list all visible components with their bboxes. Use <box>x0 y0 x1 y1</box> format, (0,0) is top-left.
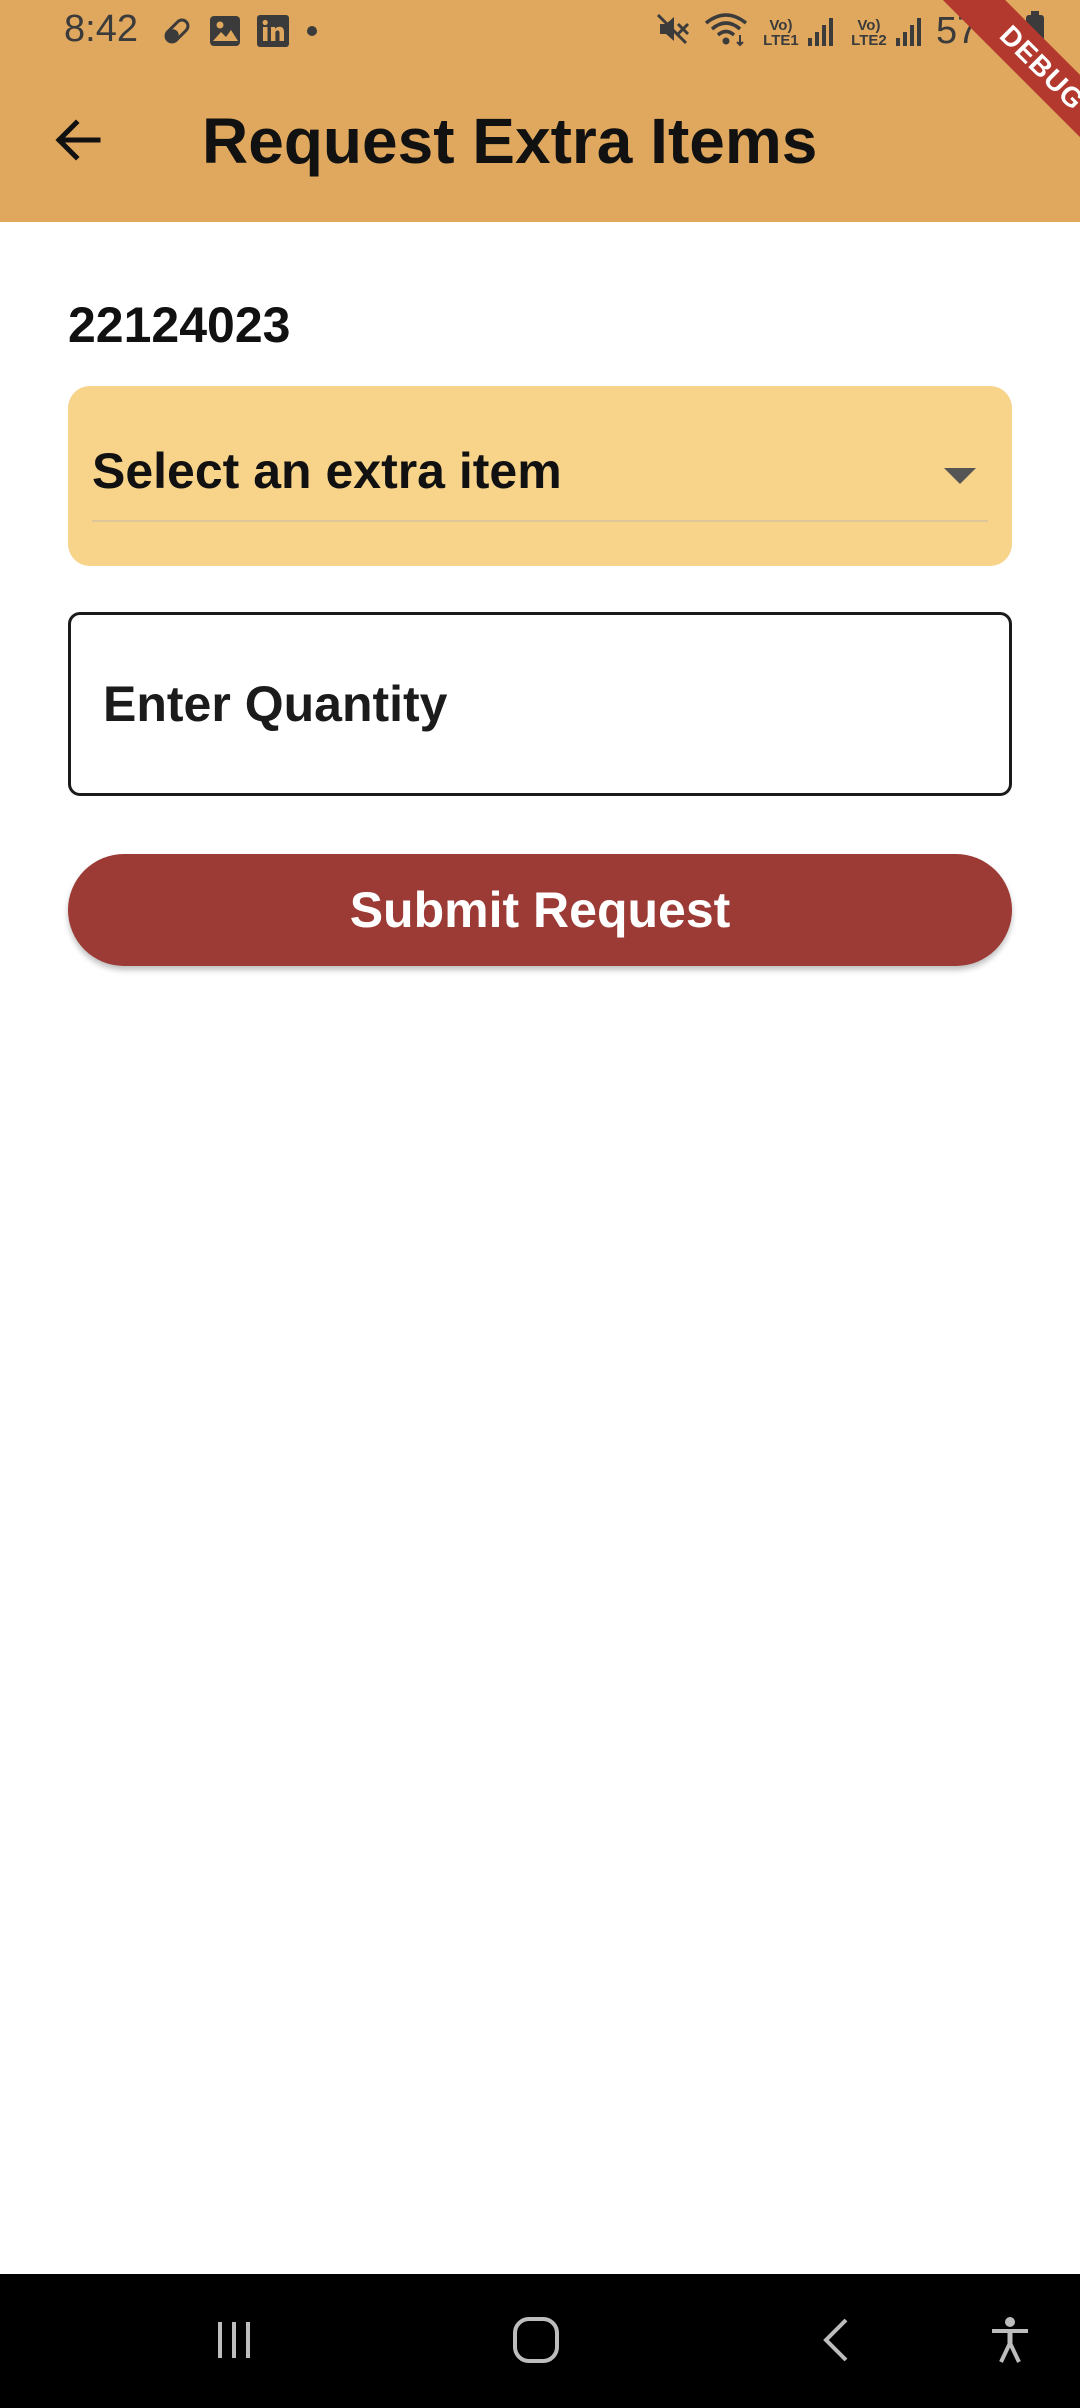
notification-icons <box>160 14 320 53</box>
status-bar: 8:42 Vo) LTE1 Vo) LTE2 57% <box>0 0 1080 64</box>
app-bar: Request Extra Items <box>0 64 1080 222</box>
system-nav-bar <box>0 2274 1080 2408</box>
submit-button-label: Submit Request <box>349 882 731 938</box>
submit-request-button[interactable]: Submit Request <box>68 854 1012 966</box>
wifi-icon <box>704 11 748 52</box>
extra-item-dropdown[interactable]: Select an extra item <box>68 386 1012 566</box>
screen: 8:42 Vo) LTE1 Vo) LTE2 57% Request Extra… <box>0 0 1080 2408</box>
order-id: 22124023 <box>68 297 291 353</box>
pill-icon <box>160 14 194 53</box>
mute-icon <box>656 11 692 52</box>
sim2-label: Vo) LTE2 <box>851 16 887 49</box>
home-button[interactable] <box>494 2302 578 2382</box>
arrow-back-icon <box>52 114 104 171</box>
signal-lte1-icon: Vo) LTE1 <box>760 16 836 48</box>
dropdown-underline <box>92 520 988 522</box>
recents-button[interactable] <box>192 2302 276 2382</box>
linkedin-icon <box>256 14 290 53</box>
dropdown-selected-label: Select an extra item <box>92 443 562 499</box>
sim1-label: Vo) LTE1 <box>763 16 799 49</box>
app-header: 8:42 Vo) LTE1 Vo) LTE2 57% Request Extra… <box>0 0 1080 222</box>
recents-icon <box>208 2314 260 2371</box>
back-button[interactable] <box>36 100 120 184</box>
battery-icon <box>1024 10 1046 53</box>
battery-percent: 57% <box>935 10 1012 52</box>
accessibility-button[interactable] <box>968 2302 1052 2382</box>
gallery-icon <box>208 14 242 53</box>
nav-back-button[interactable] <box>796 2302 880 2382</box>
accessibility-icon <box>984 2314 1036 2371</box>
quantity-placeholder: Enter Quantity <box>103 676 448 732</box>
page-title: Request Extra Items <box>202 105 818 177</box>
system-status-icons: Vo) LTE1 Vo) LTE2 57% <box>656 10 1046 53</box>
status-time: 8:42 <box>64 8 138 50</box>
dot-icon <box>304 14 320 53</box>
chevron-down-icon <box>944 468 976 484</box>
home-icon <box>510 2314 562 2371</box>
quantity-input[interactable]: Enter Quantity <box>68 612 1012 796</box>
signal-lte2-icon: Vo) LTE2 <box>848 16 924 48</box>
back-icon <box>812 2314 864 2371</box>
